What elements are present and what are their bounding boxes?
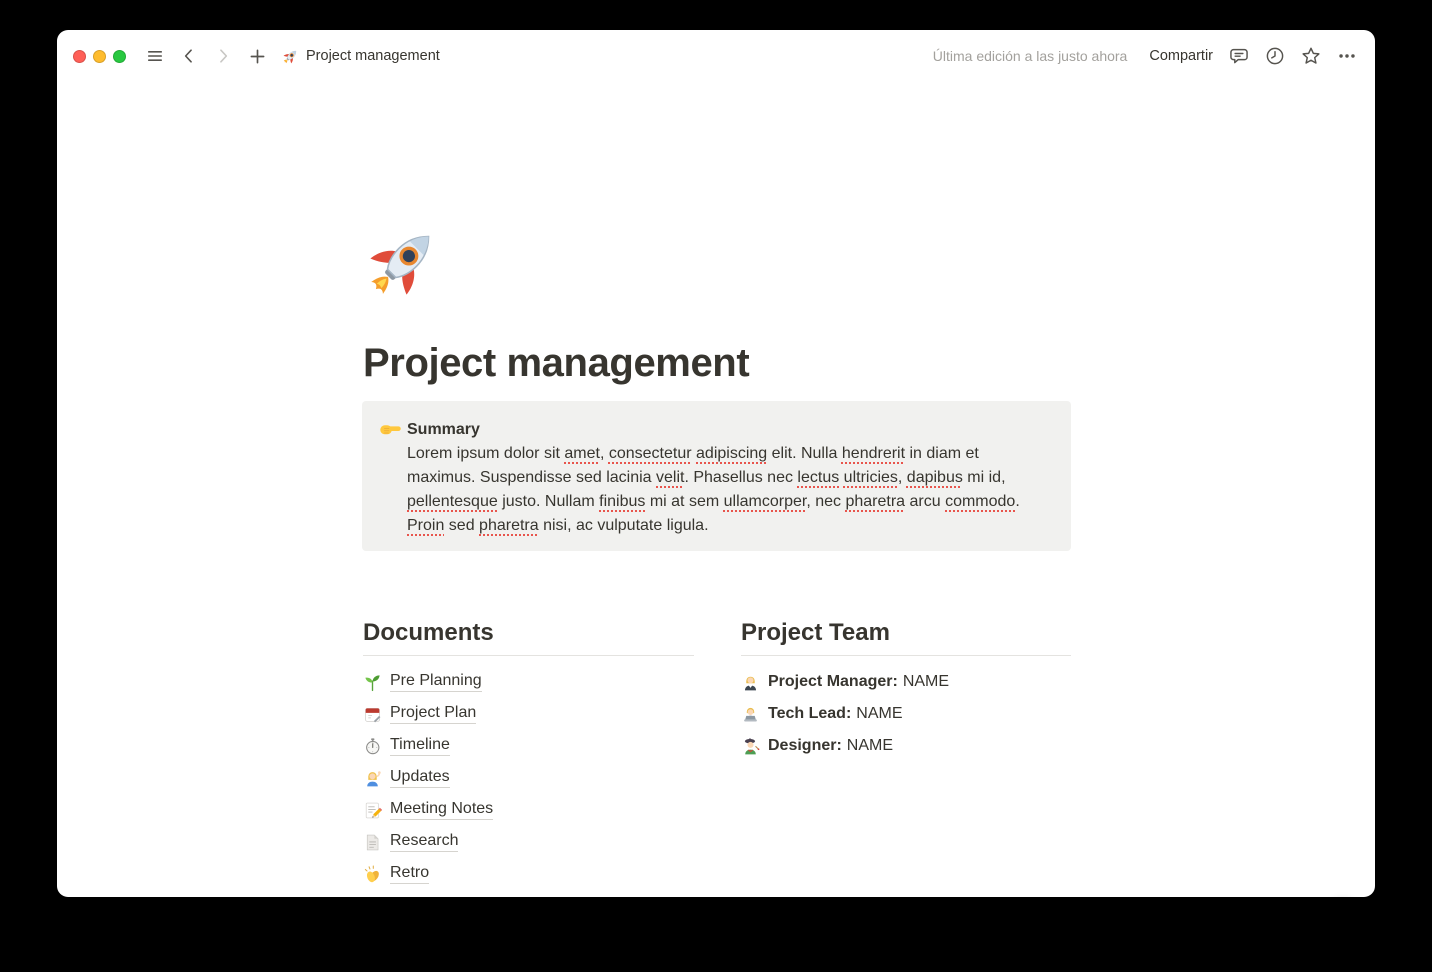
clapping-hands-icon bbox=[363, 865, 382, 884]
doc-link-research[interactable]: Research bbox=[363, 826, 694, 858]
team-row-tech-lead: Tech Lead:NAME bbox=[741, 698, 1071, 730]
woman-tipping-hand-icon bbox=[363, 769, 382, 788]
memo-icon bbox=[363, 801, 382, 820]
history-icon[interactable] bbox=[1263, 44, 1287, 68]
doc-link-retro[interactable]: Retro bbox=[363, 858, 694, 890]
stopwatch-icon bbox=[363, 737, 382, 756]
rocket-icon bbox=[282, 48, 299, 65]
callout-heading: Summary bbox=[407, 418, 1043, 442]
more-icon[interactable] bbox=[1335, 44, 1359, 68]
documents-section: Documents Pre Planning Project Plan Time… bbox=[363, 618, 694, 890]
project-team-heading: Project Team bbox=[741, 618, 1071, 656]
menu-icon[interactable] bbox=[143, 44, 167, 68]
titlebar-right: Última edición a las justo ahora Compart… bbox=[933, 44, 1359, 68]
doc-link-timeline[interactable]: Timeline bbox=[363, 730, 694, 762]
zoom-window-button[interactable] bbox=[113, 50, 126, 63]
page-content: Project management Summary Lorem ipsum d… bbox=[57, 82, 1375, 897]
man-technologist-icon bbox=[741, 705, 760, 724]
documents-heading: Documents bbox=[363, 618, 694, 656]
minimize-window-button[interactable] bbox=[93, 50, 106, 63]
window-controls bbox=[73, 50, 126, 63]
man-artist-icon bbox=[741, 737, 760, 756]
calendar-icon bbox=[363, 705, 382, 724]
nav-controls bbox=[143, 44, 269, 68]
title-bar: Project management Última edición a las … bbox=[57, 30, 1375, 82]
team-row-designer: Designer:NAME bbox=[741, 730, 1071, 762]
comments-icon[interactable] bbox=[1227, 44, 1251, 68]
breadcrumb-title: Project management bbox=[306, 48, 440, 64]
page-title: Project management bbox=[363, 338, 749, 388]
woman-office-worker-icon bbox=[741, 673, 760, 692]
breadcrumb[interactable]: Project management bbox=[282, 48, 440, 65]
close-window-button[interactable] bbox=[73, 50, 86, 63]
forward-icon[interactable] bbox=[211, 44, 235, 68]
back-icon[interactable] bbox=[177, 44, 201, 68]
favorite-star-icon[interactable] bbox=[1299, 44, 1323, 68]
last-edited-text: Última edición a las justo ahora bbox=[933, 48, 1128, 64]
callout-text: Lorem ipsum dolor sit amet, consectetur … bbox=[407, 442, 1043, 538]
page-rocket-icon[interactable] bbox=[363, 222, 443, 302]
project-team-section: Project Team Project Manager:NAME Tech L… bbox=[741, 618, 1071, 762]
seedling-icon bbox=[363, 673, 382, 692]
summary-callout: Summary Lorem ipsum dolor sit amet, cons… bbox=[362, 401, 1071, 551]
team-row-project-manager: Project Manager:NAME bbox=[741, 666, 1071, 698]
share-button[interactable]: Compartir bbox=[1149, 48, 1213, 64]
doc-link-updates[interactable]: Updates bbox=[363, 762, 694, 794]
doc-link-project-plan[interactable]: Project Plan bbox=[363, 698, 694, 730]
notion-window: Project management Última edición a las … bbox=[57, 30, 1375, 897]
doc-link-pre-planning[interactable]: Pre Planning bbox=[363, 666, 694, 698]
pointing-right-icon[interactable] bbox=[379, 417, 402, 440]
doc-link-meeting-notes[interactable]: Meeting Notes bbox=[363, 794, 694, 826]
new-page-icon[interactable] bbox=[245, 44, 269, 68]
bookmark-tabs-icon bbox=[363, 833, 382, 852]
